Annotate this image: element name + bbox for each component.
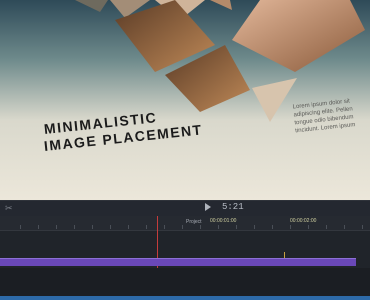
- image-tiles: [75, 0, 365, 122]
- tile-7: [252, 78, 297, 122]
- playback-toolbar: ✂ 5:21: [0, 200, 370, 217]
- play-icon[interactable]: [205, 203, 211, 211]
- timeline-clip[interactable]: [0, 258, 356, 266]
- ruler-tick: [56, 225, 57, 229]
- ruler-tick: [272, 225, 273, 229]
- timeline[interactable]: Project 00:00:01:00 00:00:02:00: [0, 216, 370, 300]
- scissors-icon[interactable]: ✂: [5, 203, 13, 214]
- ruler-tick: [128, 225, 129, 229]
- tile-8: [75, 0, 108, 12]
- ruler-tick: [110, 225, 111, 229]
- ruler-tick: [20, 225, 21, 229]
- ruler-tick: [236, 225, 237, 229]
- ruler-tick: [164, 225, 165, 229]
- ruler-tick: [218, 225, 219, 229]
- ruler-tick: [290, 225, 291, 229]
- ruler-tick: [38, 225, 39, 229]
- audio-clip[interactable]: [0, 296, 370, 300]
- ruler-tick: [92, 225, 93, 229]
- ruler-tick: [362, 225, 363, 229]
- tile-3: [210, 0, 232, 10]
- ruler-tick: [326, 225, 327, 229]
- ruler-label-1: 00:00:01:00: [210, 218, 237, 224]
- ruler-tick: [182, 225, 183, 229]
- ruler-tick: [308, 225, 309, 229]
- ruler-tick: [254, 225, 255, 229]
- timeline-ruler[interactable]: Project 00:00:01:00 00:00:02:00: [0, 216, 370, 231]
- ruler-tick: [200, 225, 201, 229]
- ruler-label-2: 00:00:02:00: [290, 218, 317, 224]
- tile-6: [232, 0, 365, 72]
- ruler-tick: [344, 225, 345, 229]
- ruler-tick: [74, 225, 75, 229]
- timecode: 5:21: [222, 202, 244, 212]
- ruler-tick: [146, 225, 147, 229]
- video-viewer: MINIMALISTIC IMAGE PLACEMENT Lorem ipsum…: [0, 0, 370, 200]
